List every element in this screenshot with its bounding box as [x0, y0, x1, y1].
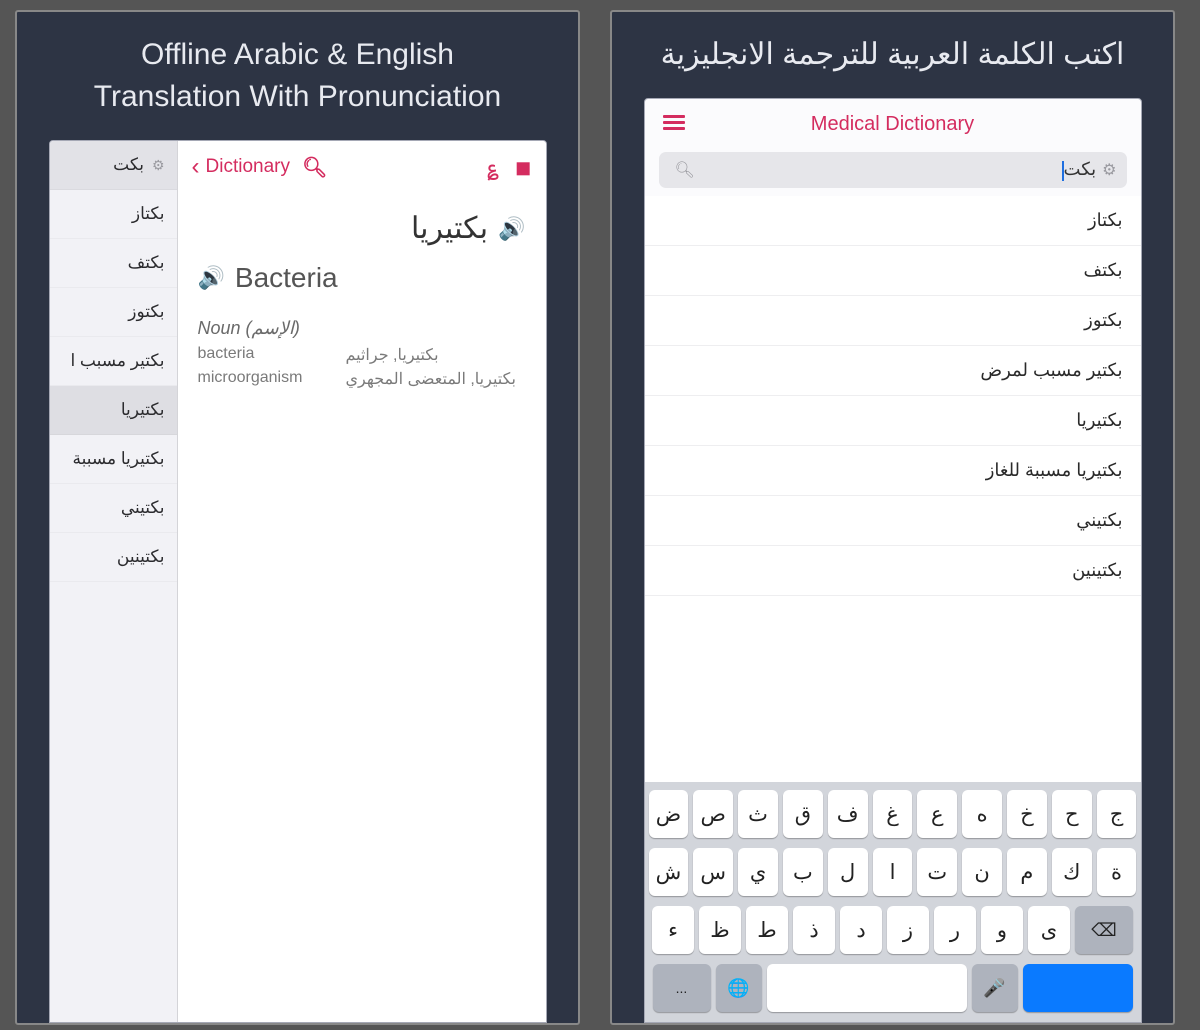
definition-ar: بكتيريا, المتعضى المجهري: [346, 369, 516, 389]
result-item[interactable]: بكتوز: [645, 296, 1141, 346]
key-letter[interactable]: ر: [934, 906, 976, 954]
key-letter[interactable]: غ: [873, 790, 913, 838]
detail-pane: ‹ Dictionary 🔍︎ ؏ ◼ بكتيريا 🔊 🔊 Bacteria…: [178, 141, 546, 1022]
headword-row-arabic: بكتيريا 🔊: [178, 191, 546, 254]
phone-screen-left: ⚙ بكت بكتازبكتفبكتوزبكتير مسبب ابكتيرياب…: [49, 140, 547, 1023]
sidebar-item[interactable]: بكتوز: [50, 288, 177, 337]
promo-title-left: Offline Arabic & EnglishTranslation With…: [74, 34, 521, 118]
key-mic[interactable]: 🎤: [972, 964, 1018, 1012]
bookmark-icon[interactable]: ◼: [515, 155, 532, 180]
key-letter[interactable]: ه: [962, 790, 1002, 838]
back-icon[interactable]: ‹: [192, 153, 200, 181]
result-item[interactable]: بكتاز: [645, 196, 1141, 246]
word-sidebar: ⚙ بكت بكتازبكتفبكتوزبكتير مسبب ابكتيرياب…: [50, 141, 178, 1022]
app-title: Medical Dictionary: [811, 113, 974, 136]
key-letter[interactable]: ج: [1097, 790, 1137, 838]
sidebar-item[interactable]: بكتير مسبب ا: [50, 337, 177, 386]
key-letter[interactable]: ص: [693, 790, 733, 838]
key-backspace[interactable]: ⌫: [1075, 906, 1133, 954]
sidebar-query-text: بكت: [113, 155, 144, 175]
app-header: Medical Dictionary: [645, 99, 1141, 146]
sidebar-item[interactable]: بكتينين: [50, 533, 177, 582]
part-of-speech: Noun (الإسم): [198, 318, 526, 339]
key-letter[interactable]: ز: [887, 906, 929, 954]
result-item[interactable]: بكتيريا: [645, 396, 1141, 446]
phone-screen-right: Medical Dictionary ⚙ بكت 🔍︎ بكتازبكتفبكت…: [644, 98, 1142, 1023]
gear-icon[interactable]: ⚙: [1102, 160, 1116, 180]
key-letter[interactable]: ة: [1097, 848, 1137, 896]
promo-title-right: اكتب الكلمة العربية للترجمة الانجليزية: [641, 34, 1145, 76]
sidebar-item[interactable]: بكتف: [50, 239, 177, 288]
key-letter[interactable]: ق: [783, 790, 823, 838]
key-letter[interactable]: ل: [828, 848, 868, 896]
search-icon[interactable]: 🔍︎: [302, 155, 327, 180]
definition-ar: بكتيريا, جراثيم: [346, 345, 439, 365]
key-letter[interactable]: ت: [917, 848, 957, 896]
key-letter[interactable]: ض: [649, 790, 689, 838]
definition-row: microorganism بكتيريا, المتعضى المجهري: [198, 369, 526, 389]
sidebar-item[interactable]: بكتيريا: [50, 386, 177, 435]
key-letter[interactable]: ح: [1052, 790, 1092, 838]
key-letter[interactable]: ء: [652, 906, 694, 954]
definition-en: microorganism: [198, 369, 318, 389]
key-letter[interactable]: خ: [1007, 790, 1047, 838]
key-letter[interactable]: ى: [1028, 906, 1070, 954]
key-numbers[interactable]: ...: [653, 964, 711, 1012]
key-space[interactable]: [767, 964, 967, 1012]
key-letter[interactable]: ع: [917, 790, 957, 838]
key-return[interactable]: [1023, 964, 1133, 1012]
key-letter[interactable]: س: [693, 848, 733, 896]
search-value: بكت: [1064, 159, 1097, 179]
headword-english: Bacteria: [235, 262, 338, 294]
key-letter[interactable]: ا: [873, 848, 913, 896]
key-letter[interactable]: ب: [783, 848, 823, 896]
key-letter[interactable]: ن: [962, 848, 1002, 896]
sidebar-item[interactable]: بكتيني: [50, 484, 177, 533]
key-globe[interactable]: 🌐: [716, 964, 762, 1012]
definition-row: bacteria بكتيريا, جراثيم: [198, 345, 526, 365]
search-icon: 🔍︎: [675, 160, 695, 180]
gear-icon: ⚙: [152, 157, 165, 174]
key-letter[interactable]: ث: [738, 790, 778, 838]
key-letter[interactable]: ط: [746, 906, 788, 954]
menu-icon[interactable]: [663, 115, 685, 130]
results-list: بكتازبكتفبكتوزبكتير مسبب لمرضبكتيريابكتي…: [645, 196, 1141, 782]
arabic-keyboard: ضصثقفغعهخحج شسيبلاتنمكة ءظطذدزروى⌫ ... 🌐…: [645, 782, 1141, 1022]
speaker-icon[interactable]: 🔊: [498, 216, 525, 242]
back-label[interactable]: Dictionary: [206, 156, 290, 178]
key-letter[interactable]: ذ: [793, 906, 835, 954]
sidebar-item[interactable]: بكتاز: [50, 190, 177, 239]
result-item[interactable]: بكتيني: [645, 496, 1141, 546]
definition-en: bacteria: [198, 345, 318, 365]
speaker-icon[interactable]: 🔊: [198, 265, 225, 291]
key-letter[interactable]: ظ: [699, 906, 741, 954]
result-item[interactable]: بكتيريا مسببة للغاز: [645, 446, 1141, 496]
result-item[interactable]: بكتف: [645, 246, 1141, 296]
key-letter[interactable]: د: [840, 906, 882, 954]
sidebar-item[interactable]: بكتيريا مسببة: [50, 435, 177, 484]
key-letter[interactable]: ف: [828, 790, 868, 838]
headword-arabic: بكتيريا: [411, 211, 488, 246]
key-letter[interactable]: و: [981, 906, 1023, 954]
language-toggle-icon[interactable]: ؏: [487, 155, 499, 180]
detail-navbar: ‹ Dictionary 🔍︎ ؏ ◼: [178, 141, 546, 191]
result-item[interactable]: بكتير مسبب لمرض: [645, 346, 1141, 396]
keyboard-bottom-row: ... 🌐 🎤: [649, 964, 1137, 1012]
promo-panel-right: اكتب الكلمة العربية للترجمة الانجليزية M…: [610, 10, 1175, 1025]
promo-panel-left: Offline Arabic & EnglishTranslation With…: [15, 10, 580, 1025]
sidebar-query-field[interactable]: ⚙ بكت: [50, 141, 177, 190]
definition-block: Noun (الإسم) bacteria بكتيريا, جراثيم micr…: [178, 314, 546, 389]
key-letter[interactable]: م: [1007, 848, 1047, 896]
key-letter[interactable]: ش: [649, 848, 689, 896]
key-letter[interactable]: ك: [1052, 848, 1092, 896]
key-letter[interactable]: ي: [738, 848, 778, 896]
result-item[interactable]: بكتينين: [645, 546, 1141, 596]
headword-row-english: 🔊 Bacteria: [178, 254, 546, 314]
search-input[interactable]: ⚙ بكت 🔍︎: [659, 152, 1127, 188]
